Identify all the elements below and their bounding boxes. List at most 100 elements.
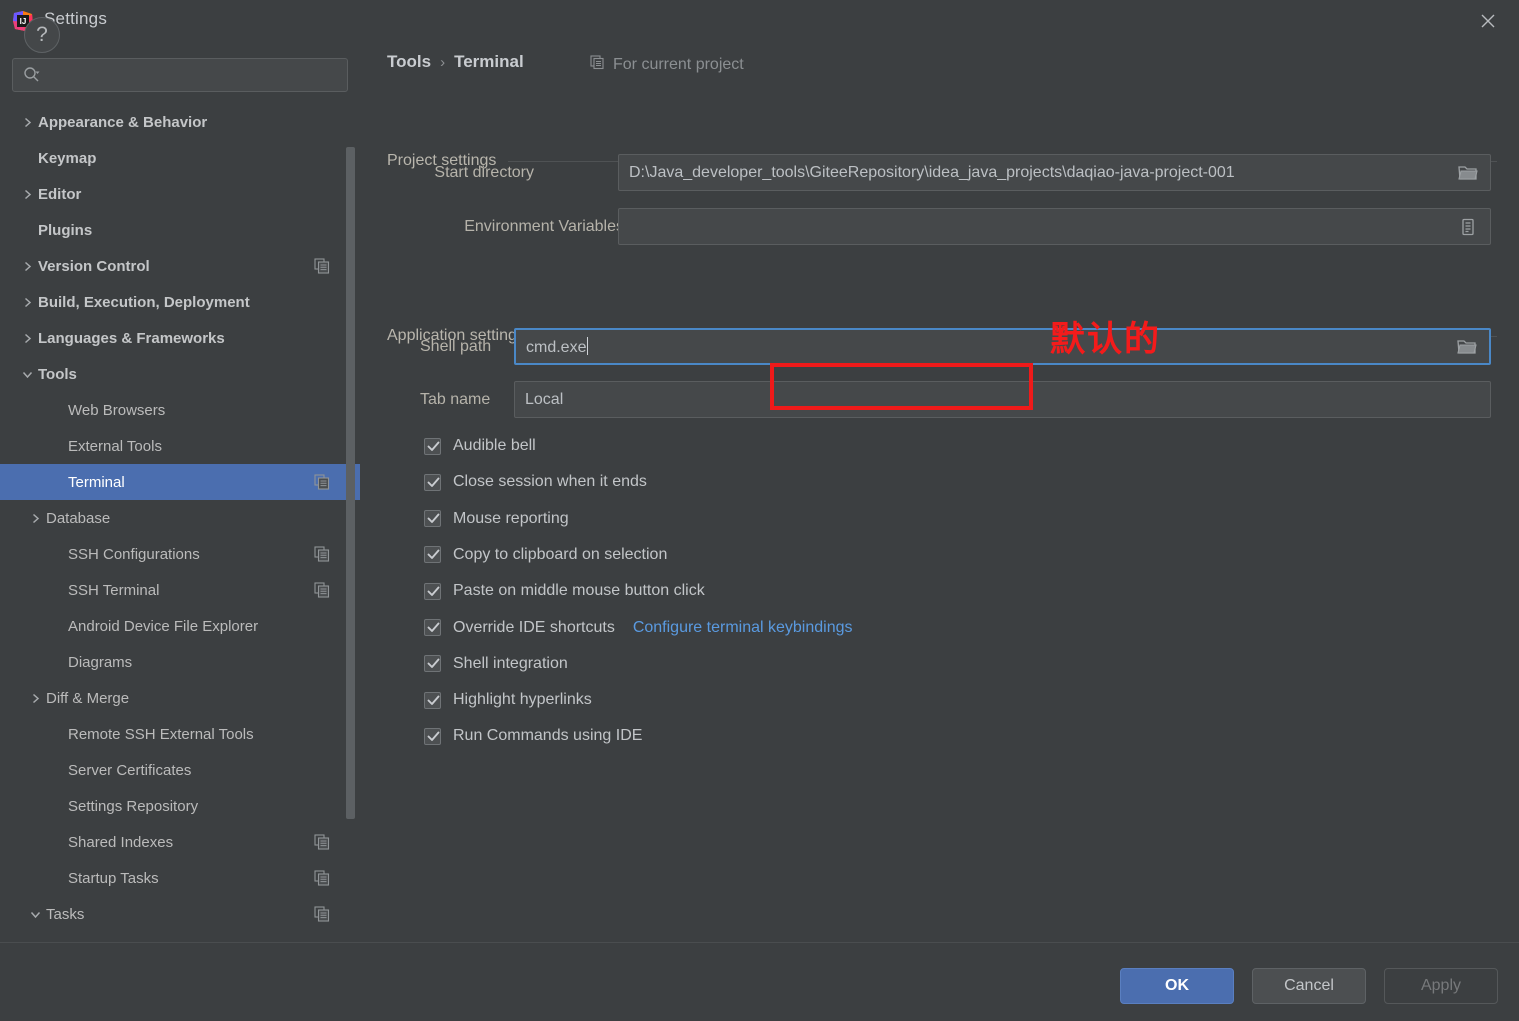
sidebar-item-tasks[interactable]: Tasks <box>0 896 360 932</box>
checkbox-run-commands-using-ide[interactable]: Run Commands using IDE <box>424 723 642 749</box>
sidebar-item-languages-frameworks[interactable]: Languages & Frameworks <box>0 320 360 356</box>
checkbox-box[interactable] <box>424 546 441 563</box>
sidebar-item-android-device-file-explorer[interactable]: Android Device File Explorer <box>0 608 360 644</box>
checkbox-paste-on-middle-mouse-button-click[interactable]: Paste on middle mouse button click <box>424 578 705 604</box>
sidebar-item-diff-merge[interactable]: Diff & Merge <box>0 680 360 716</box>
breadcrumb: Tools › Terminal <box>387 52 524 72</box>
settings-sidebar: Appearance & Behavior Keymap Editor Plugins… <box>0 42 360 942</box>
svg-text:IJ: IJ <box>20 17 27 26</box>
tab-name-field[interactable]: Local <box>514 381 1491 418</box>
sidebar-item-label: Appearance & Behavior <box>38 114 310 131</box>
sidebar-item-label: Database <box>46 510 310 527</box>
sidebar-item-label: SSH Terminal <box>68 582 310 599</box>
sidebar-item-settings-repository[interactable]: Settings Repository <box>0 788 360 824</box>
list-edit-icon[interactable] <box>1446 209 1490 244</box>
folder-icon[interactable] <box>1445 330 1489 363</box>
apply-button[interactable]: Apply <box>1384 968 1498 1004</box>
ok-button[interactable]: OK <box>1120 968 1234 1004</box>
sidebar-item-remote-ssh-external-tools[interactable]: Remote SSH External Tools <box>0 716 360 752</box>
checkbox-box[interactable] <box>424 474 441 491</box>
start-directory-field[interactable]: D:\Java_developer_tools\GiteeRepository\… <box>618 154 1491 191</box>
chevron-right-icon[interactable] <box>16 297 38 308</box>
chevron-right-icon[interactable] <box>24 693 46 704</box>
checkbox-mouse-reporting[interactable]: Mouse reporting <box>424 506 569 532</box>
close-icon[interactable] <box>1465 4 1511 38</box>
checkbox-shell-integration[interactable]: Shell integration <box>424 651 568 677</box>
sidebar-item-label: Startup Tasks <box>68 870 310 887</box>
environment-variables-field[interactable] <box>618 208 1491 245</box>
sidebar-item-build-execution-deployment[interactable]: Build, Execution, Deployment <box>0 284 360 320</box>
sidebar-item-tools[interactable]: Tools <box>0 356 360 392</box>
help-button[interactable]: ? <box>24 17 60 53</box>
breadcrumb-parent[interactable]: Tools <box>387 52 431 72</box>
folder-icon[interactable] <box>1446 155 1490 190</box>
sidebar-item-label: Version Control <box>38 258 310 275</box>
sidebar-item-plugins[interactable]: Plugins <box>0 212 360 248</box>
project-scope-badge-icon <box>314 474 330 490</box>
text-caret <box>587 337 588 355</box>
sidebar-item-web-browsers[interactable]: Web Browsers <box>0 392 360 428</box>
for-current-project-indicator: For current project <box>590 55 744 75</box>
checkbox-label: Override IDE shortcuts <box>453 619 615 637</box>
sidebar-item-shared-indexes[interactable]: Shared Indexes <box>0 824 360 860</box>
checkbox-box[interactable] <box>424 728 441 745</box>
shell-path-field[interactable]: cmd.exe <box>514 328 1491 365</box>
checkbox-label: Copy to clipboard on selection <box>453 546 667 564</box>
checkbox-label: Run Commands using IDE <box>453 727 642 745</box>
checkbox-box[interactable] <box>424 692 441 709</box>
start-directory-value: D:\Java_developer_tools\GiteeRepository\… <box>619 164 1446 182</box>
chevron-right-icon[interactable] <box>16 189 38 200</box>
sidebar-item-database[interactable]: Database <box>0 500 360 536</box>
chevron-right-icon[interactable] <box>16 261 38 272</box>
sidebar-item-label: Tools <box>38 366 310 383</box>
chevron-down-icon[interactable] <box>16 369 38 380</box>
sidebar-item-label: Editor <box>38 186 310 203</box>
sidebar-item-appearance-behavior[interactable]: Appearance & Behavior <box>0 104 360 140</box>
project-scope-badge-icon <box>314 582 330 598</box>
sidebar-scrollbar-thumb[interactable] <box>346 147 355 819</box>
sidebar-item-label: Remote SSH External Tools <box>68 726 310 743</box>
checkbox-label: Shell integration <box>453 655 568 673</box>
chevron-right-icon[interactable] <box>16 333 38 344</box>
checkbox-box[interactable] <box>424 655 441 672</box>
sidebar-item-terminal[interactable]: Terminal <box>0 464 360 500</box>
sidebar-item-editor[interactable]: Editor <box>0 176 360 212</box>
sidebar-item-ssh-configurations[interactable]: SSH Configurations <box>0 536 360 572</box>
sidebar-item-startup-tasks[interactable]: Startup Tasks <box>0 860 360 896</box>
search-input[interactable] <box>12 58 348 92</box>
chevron-right-icon[interactable] <box>24 513 46 524</box>
checkbox-label: Mouse reporting <box>453 510 569 528</box>
sidebar-item-version-control[interactable]: Version Control <box>0 248 360 284</box>
configure-terminal-keybindings-link[interactable]: Configure terminal keybindings <box>633 619 853 637</box>
cancel-button[interactable]: Cancel <box>1252 968 1366 1004</box>
sidebar-item-label: Keymap <box>38 150 310 167</box>
sidebar-item-keymap[interactable]: Keymap <box>0 140 360 176</box>
chevron-right-icon[interactable] <box>16 117 38 128</box>
checkbox-override-ide-shortcuts[interactable]: Override IDE shortcuts Configure terminal… <box>424 615 853 641</box>
search-field[interactable] <box>12 58 348 92</box>
sidebar-item-label: Languages & Frameworks <box>38 330 310 347</box>
sidebar-item-diagrams[interactable]: Diagrams <box>0 644 360 680</box>
checkbox-copy-to-clipboard-on-selection[interactable]: Copy to clipboard on selection <box>424 542 667 568</box>
sidebar-item-label: SSH Configurations <box>68 546 310 563</box>
checkbox-box[interactable] <box>424 583 441 600</box>
sidebar-item-label: Build, Execution, Deployment <box>38 294 310 311</box>
sidebar-item-label: Terminal <box>68 474 310 491</box>
annotation-note-text: 默认的 <box>1050 311 1161 362</box>
sidebar-item-external-tools[interactable]: External Tools <box>0 428 360 464</box>
sidebar-item-server-certificates[interactable]: Server Certificates <box>0 752 360 788</box>
checkbox-box[interactable] <box>424 510 441 527</box>
sidebar-item-ssh-terminal[interactable]: SSH Terminal <box>0 572 360 608</box>
checkbox-highlight-hyperlinks[interactable]: Highlight hyperlinks <box>424 687 592 713</box>
checkbox-close-session-when-it-ends[interactable]: Close session when it ends <box>424 469 647 495</box>
checkbox-box[interactable] <box>424 619 441 636</box>
sidebar-item-label: Web Browsers <box>68 402 310 419</box>
chevron-down-icon[interactable] <box>24 909 46 920</box>
project-scope-badge-icon <box>314 546 330 562</box>
checkbox-audible-bell[interactable]: Audible bell <box>424 433 536 459</box>
checkbox-box[interactable] <box>424 438 441 455</box>
project-scope-badge-icon <box>314 258 330 274</box>
project-scope-icon <box>590 55 605 75</box>
shell-path-label: Shell path <box>360 338 501 356</box>
settings-tree[interactable]: Appearance & Behavior Keymap Editor Plugins… <box>0 104 360 942</box>
